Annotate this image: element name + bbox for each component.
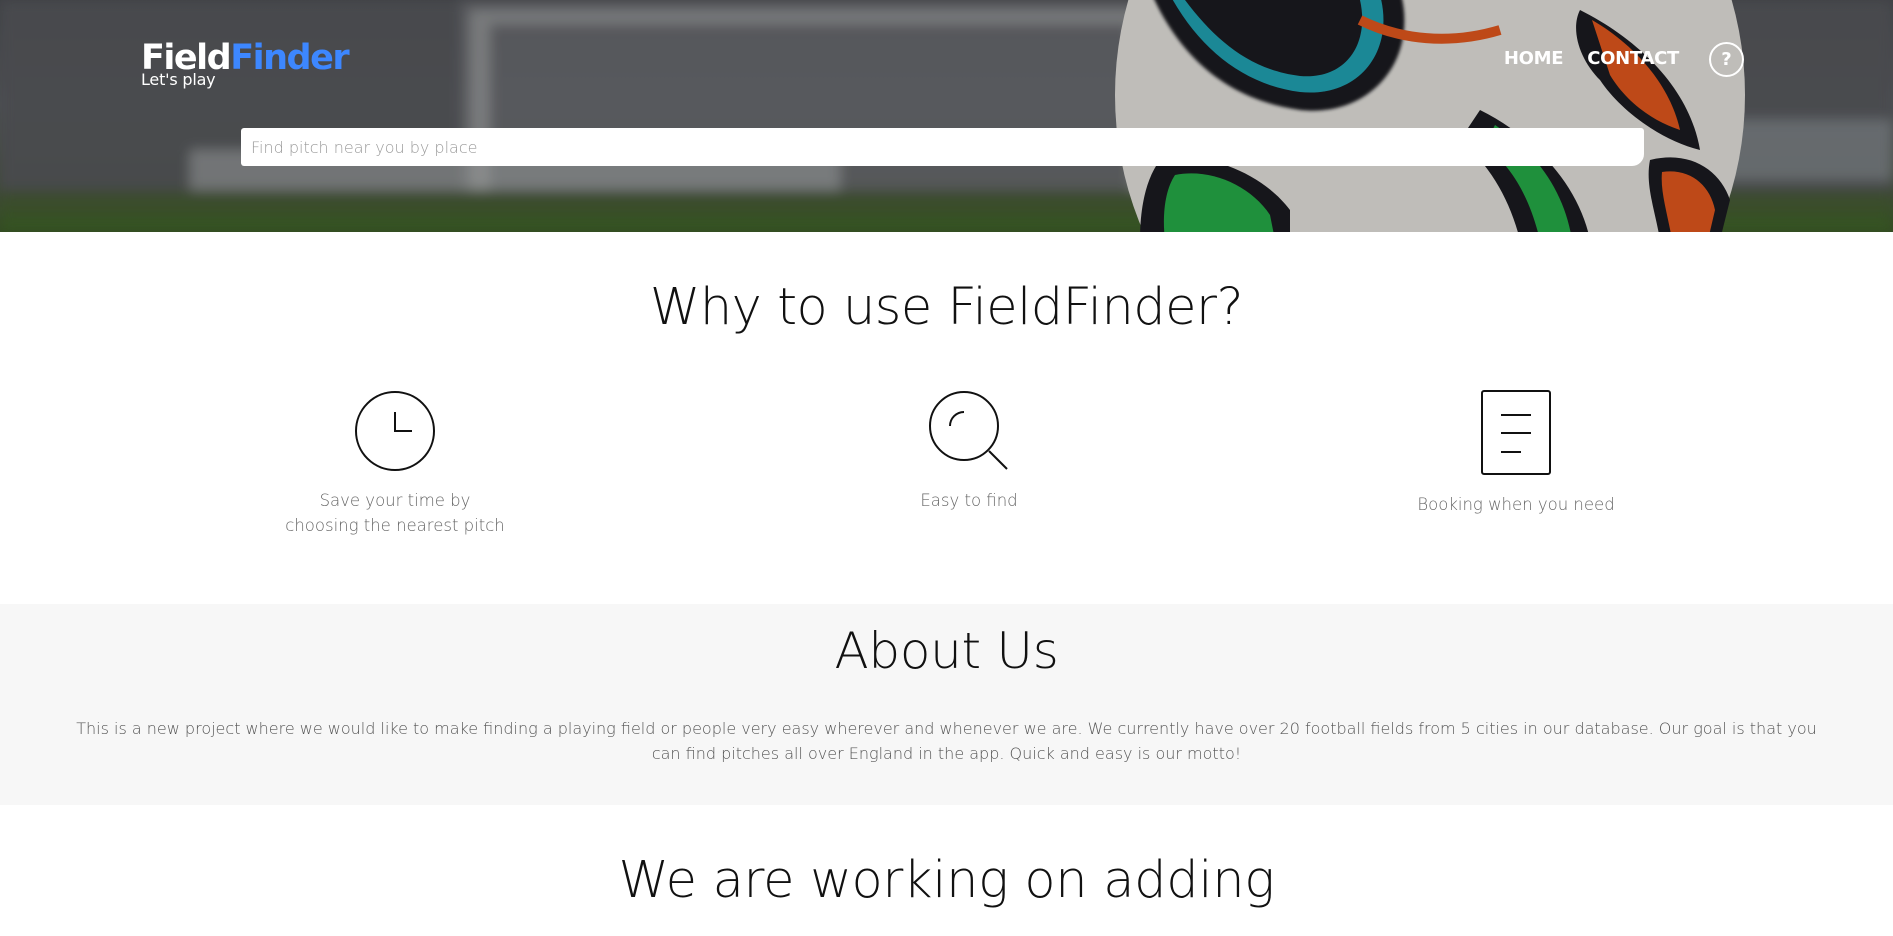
search-icon <box>929 391 1008 470</box>
about-text: This is a new project where we would lik… <box>76 719 1817 763</box>
main-nav: HOME CONTACT ? <box>1480 40 1744 78</box>
working-title: We are working on adding <box>618 851 1275 910</box>
hero-overlay <box>0 0 1893 232</box>
feature-label: Save your time by choosing the nearest p… <box>285 491 505 535</box>
feature-label: Booking when you need <box>1417 495 1615 514</box>
nav-home-link[interactable]: HOME <box>1504 40 1564 78</box>
hero-banner: FieldFinder Let's play HOME CONTACT ? <box>0 0 1893 232</box>
about-title: About Us <box>834 622 1059 680</box>
help-button[interactable]: ? <box>1709 41 1744 77</box>
feature-easy-find: Easy to find <box>859 390 1079 513</box>
feature-booking: Booking when you need <box>1406 390 1626 517</box>
document-icon <box>1481 390 1551 475</box>
nav-contact-link[interactable]: CONTACT <box>1587 40 1679 78</box>
about-section: About Us This is a new project where we … <box>0 604 1893 805</box>
why-title: Why to use FieldFinder? <box>649 278 1244 337</box>
brand-name-finder: Finder <box>230 38 349 78</box>
working-section: We are working on adding <box>0 805 1893 936</box>
feature-save-time: Save your time by choosing the nearest p… <box>285 390 505 538</box>
clock-icon <box>355 391 435 471</box>
search-input[interactable] <box>241 128 1644 166</box>
feature-label: Easy to find <box>920 491 1018 510</box>
brand-logo[interactable]: FieldFinder Let's play <box>141 38 350 88</box>
why-section: Why to use FieldFinder? Save your time b… <box>0 232 1893 604</box>
